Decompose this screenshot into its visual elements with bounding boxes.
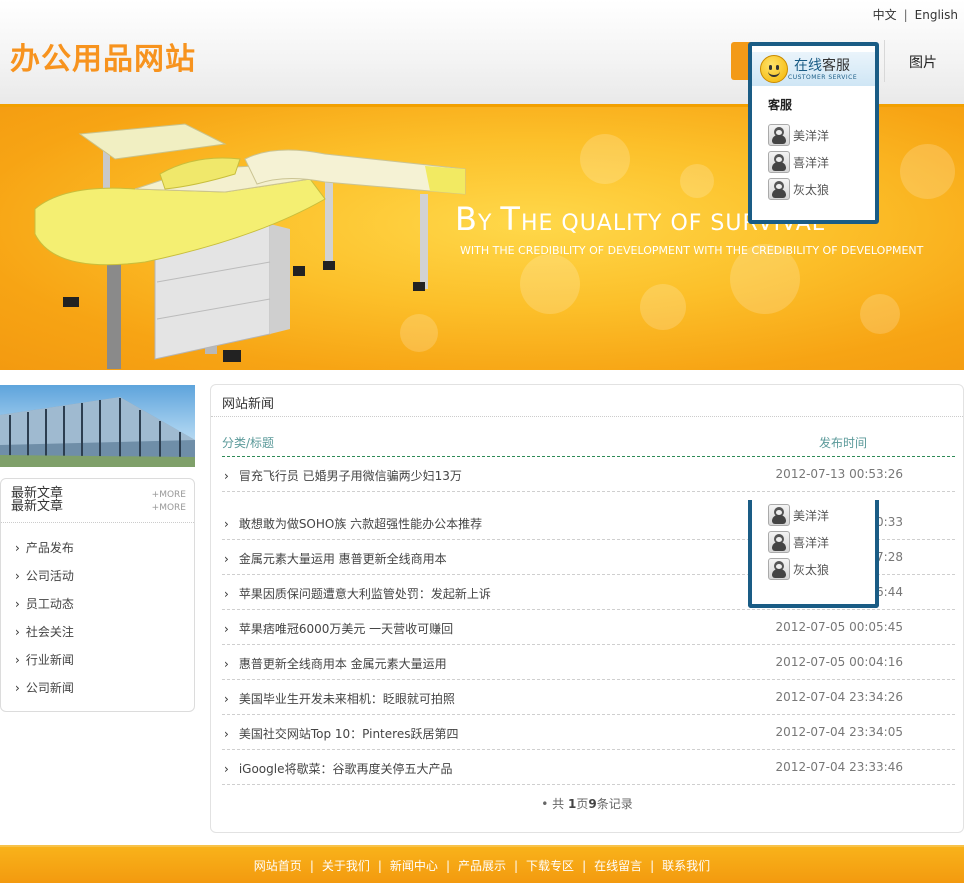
sidebar-latest-articles: 最新文章 最新文章 +MORE +MORE 产品发布 公司活动 员工动态 社会关… [0, 478, 195, 712]
news-title-link[interactable]: 苹果因质保问题遭意大利监管处罚：发起新上诉 [224, 585, 491, 602]
footer-link-products[interactable]: 产品展示 [458, 859, 506, 873]
office-desk-image [34, 123, 466, 369]
sidebar-more-link[interactable]: +MORE +MORE [152, 489, 186, 515]
news-title-link[interactable]: 冒充飞行员 已婚男子用微信骗两少妇13万 [224, 467, 462, 484]
lang-separator: | [903, 8, 908, 22]
news-panel: 网站新闻 分类/标题 发布时间 冒充飞行员 已婚男子用微信骗两少妇13万 2012… [210, 384, 964, 833]
footer-nav: 网站首页 | 关于我们 | 新闻中心 | 产品展示 | 下载专区 | 在线留言 | 联系我们 [253, 859, 711, 873]
qq-avatar-icon [768, 504, 790, 526]
table-row: 惠普更新全线商用本 金属元素大量运用 2012-07-05 00:04:16 [222, 645, 955, 680]
building-photo [0, 397, 195, 467]
sidebar-item-industry-news[interactable]: 行业新闻 [15, 651, 74, 679]
sidebar-category-list: 产品发布 公司活动 员工动态 社会关注 行业新闻 公司新闻 [15, 539, 74, 707]
news-date: 2012-07-13 00:53:26 [775, 467, 903, 481]
lang-chinese-link[interactable]: 中文 [873, 8, 897, 22]
online-service-panel: 在线客服 CUSTOMER SERVICE 客服 美洋洋 喜洋洋 灰太狼 [748, 42, 879, 224]
news-title-link[interactable]: iGoogle将歇菜：谷歌再度关停五大产品 [224, 760, 453, 777]
news-date: 2012-07-04 23:34:05 [775, 725, 903, 739]
banner-subline: WITH THE CREDIBILITY OF DEVELOPMENT WITH… [460, 244, 924, 257]
footer-link-news[interactable]: 新闻中心 [390, 859, 438, 873]
sidebar-item-social-focus[interactable]: 社会关注 [15, 623, 74, 651]
site-logo[interactable]: 办公用品网站 [10, 34, 196, 78]
smiley-headset-icon [760, 55, 788, 83]
news-date: 2012-07-04 23:33:46 [775, 760, 903, 774]
service-subtitle: CUSTOMER SERVICE [788, 74, 858, 81]
qq-avatar-icon [768, 178, 790, 200]
column-header-date: 发布时间 [819, 436, 868, 450]
floating-service-panel: 美洋洋 喜洋洋 灰太狼 [748, 500, 879, 608]
news-title-link[interactable]: 惠普更新全线商用本 金属元素大量运用 [224, 655, 447, 672]
news-title-link[interactable]: 苹果痞唯冠6000万美元 一天营收可赚回 [224, 620, 453, 637]
qq-avatar-icon [768, 124, 790, 146]
service-group-label: 客服 [768, 98, 793, 112]
nav-item-picture[interactable]: 图片 [909, 52, 937, 72]
sidebar-item-product-release[interactable]: 产品发布 [15, 539, 74, 567]
column-header-title: 分类/标题 [222, 436, 275, 450]
footer-link-contact[interactable]: 联系我们 [662, 859, 710, 873]
sidebar-item-staff-news[interactable]: 员工动态 [15, 595, 74, 623]
news-title-link[interactable]: 敢想敢为做SOHO族 六款超强性能办公本推荐 [224, 515, 482, 532]
divider [1, 522, 194, 523]
table-row: 冒充飞行员 已婚男子用微信骗两少妇13万 2012-07-13 00:53:26 [222, 457, 955, 492]
footer-link-about[interactable]: 关于我们 [322, 859, 370, 873]
news-date: 2012-07-05 00:05:45 [775, 620, 903, 634]
table-row: 苹果痞唯冠6000万美元 一天营收可赚回 2012-07-05 00:05:45 [222, 610, 955, 645]
sidebar-title: 最新文章 最新文章 [11, 486, 64, 514]
news-title-link[interactable]: 金属元素大量运用 惠普更新全线商用本 [224, 550, 447, 567]
sidebar-item-company-events[interactable]: 公司活动 [15, 567, 74, 595]
site-footer: 网站首页 | 关于我们 | 新闻中心 | 产品展示 | 下载专区 | 在线留言 | 联系我们 [0, 845, 964, 883]
footer-link-home[interactable]: 网站首页 [254, 859, 302, 873]
divider [211, 416, 963, 417]
qq-avatar-icon [768, 151, 790, 173]
lang-english-link[interactable]: English [915, 8, 958, 22]
footer-link-guestbook[interactable]: 在线留言 [594, 859, 642, 873]
nav-divider [884, 40, 885, 82]
qq-avatar-icon [768, 558, 790, 580]
news-date: 2012-07-05 00:04:16 [775, 655, 903, 669]
sidebar-building-image [0, 385, 195, 467]
table-row: 美国社交网站Top 10：Pinteres跃居第四 2012-07-04 23:3… [222, 715, 955, 750]
service-header: 在线客服 CUSTOMER SERVICE [752, 52, 875, 86]
language-switcher: 中文 | English [873, 6, 958, 23]
news-title-link[interactable]: 美国社交网站Top 10：Pinteres跃居第四 [224, 725, 459, 742]
qq-avatar-icon [768, 531, 790, 553]
sidebar-item-company-news[interactable]: 公司新闻 [15, 679, 74, 707]
service-title: 在线客服 [794, 58, 850, 74]
news-date: 2012-07-04 23:34:26 [775, 690, 903, 704]
news-title-link[interactable]: 美国毕业生开发未来相机：眨眼就可拍照 [224, 690, 455, 707]
table-row: iGoogle将歇菜：谷歌再度关停五大产品 2012-07-04 23:33:46 [222, 750, 955, 785]
table-row: 美国毕业生开发未来相机：眨眼就可拍照 2012-07-04 23:34:26 [222, 680, 955, 715]
pagination-summary: • 共 1页9条记录 [541, 797, 633, 811]
footer-link-downloads[interactable]: 下载专区 [526, 859, 574, 873]
news-panel-title: 网站新闻 [222, 397, 275, 412]
